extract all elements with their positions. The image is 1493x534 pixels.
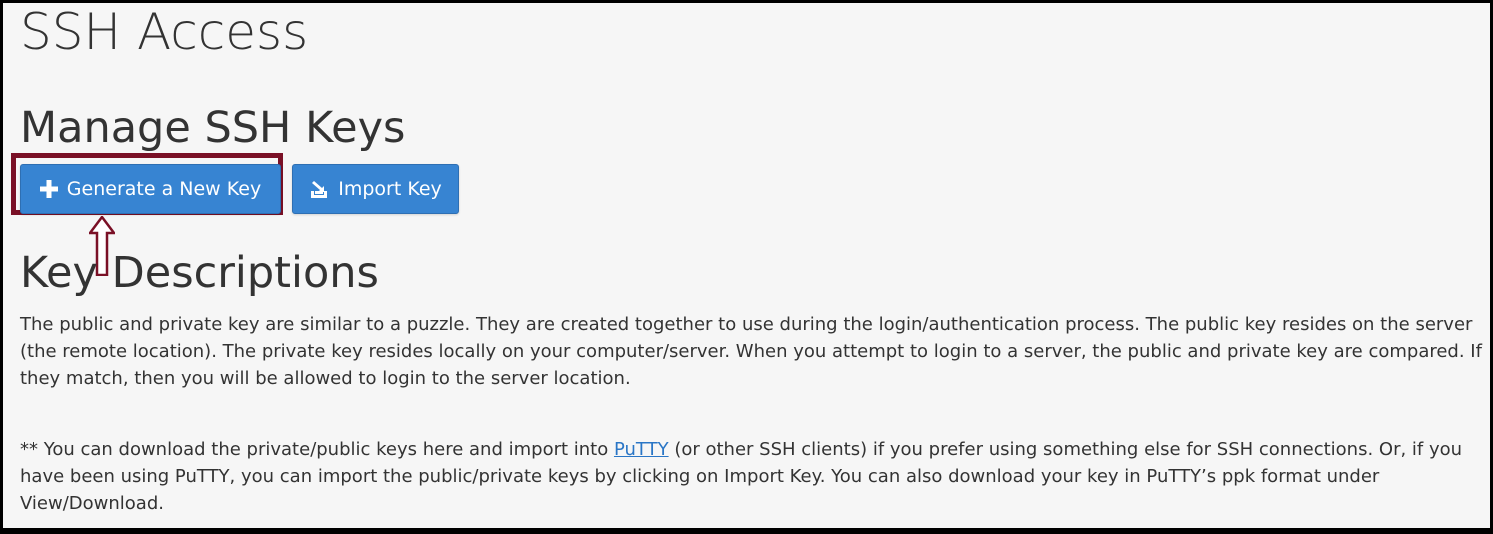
ssh-access-page: SSH Access Manage SSH Keys Generate a Ne… xyxy=(3,3,1490,528)
generate-new-key-button[interactable]: Generate a New Key xyxy=(20,164,281,214)
generate-new-key-label: Generate a New Key xyxy=(66,178,262,200)
manage-ssh-keys-heading: Manage SSH Keys xyxy=(20,103,406,153)
import-key-label: Import Key xyxy=(338,178,442,200)
putty-link[interactable]: PuTTY xyxy=(614,439,669,460)
key-description-paragraph: The public and private key are similar t… xyxy=(20,314,1482,389)
key-descriptions-heading: Key Descriptions xyxy=(20,248,379,298)
import-icon xyxy=(309,179,329,199)
page-title: SSH Access xyxy=(20,3,309,61)
paragraph-text-before-link: ** You can download the private/public k… xyxy=(20,439,614,460)
download-import-paragraph: ** You can download the private/public k… xyxy=(20,436,1490,517)
import-key-button[interactable]: Import Key xyxy=(292,164,459,214)
plus-icon xyxy=(39,180,58,198)
